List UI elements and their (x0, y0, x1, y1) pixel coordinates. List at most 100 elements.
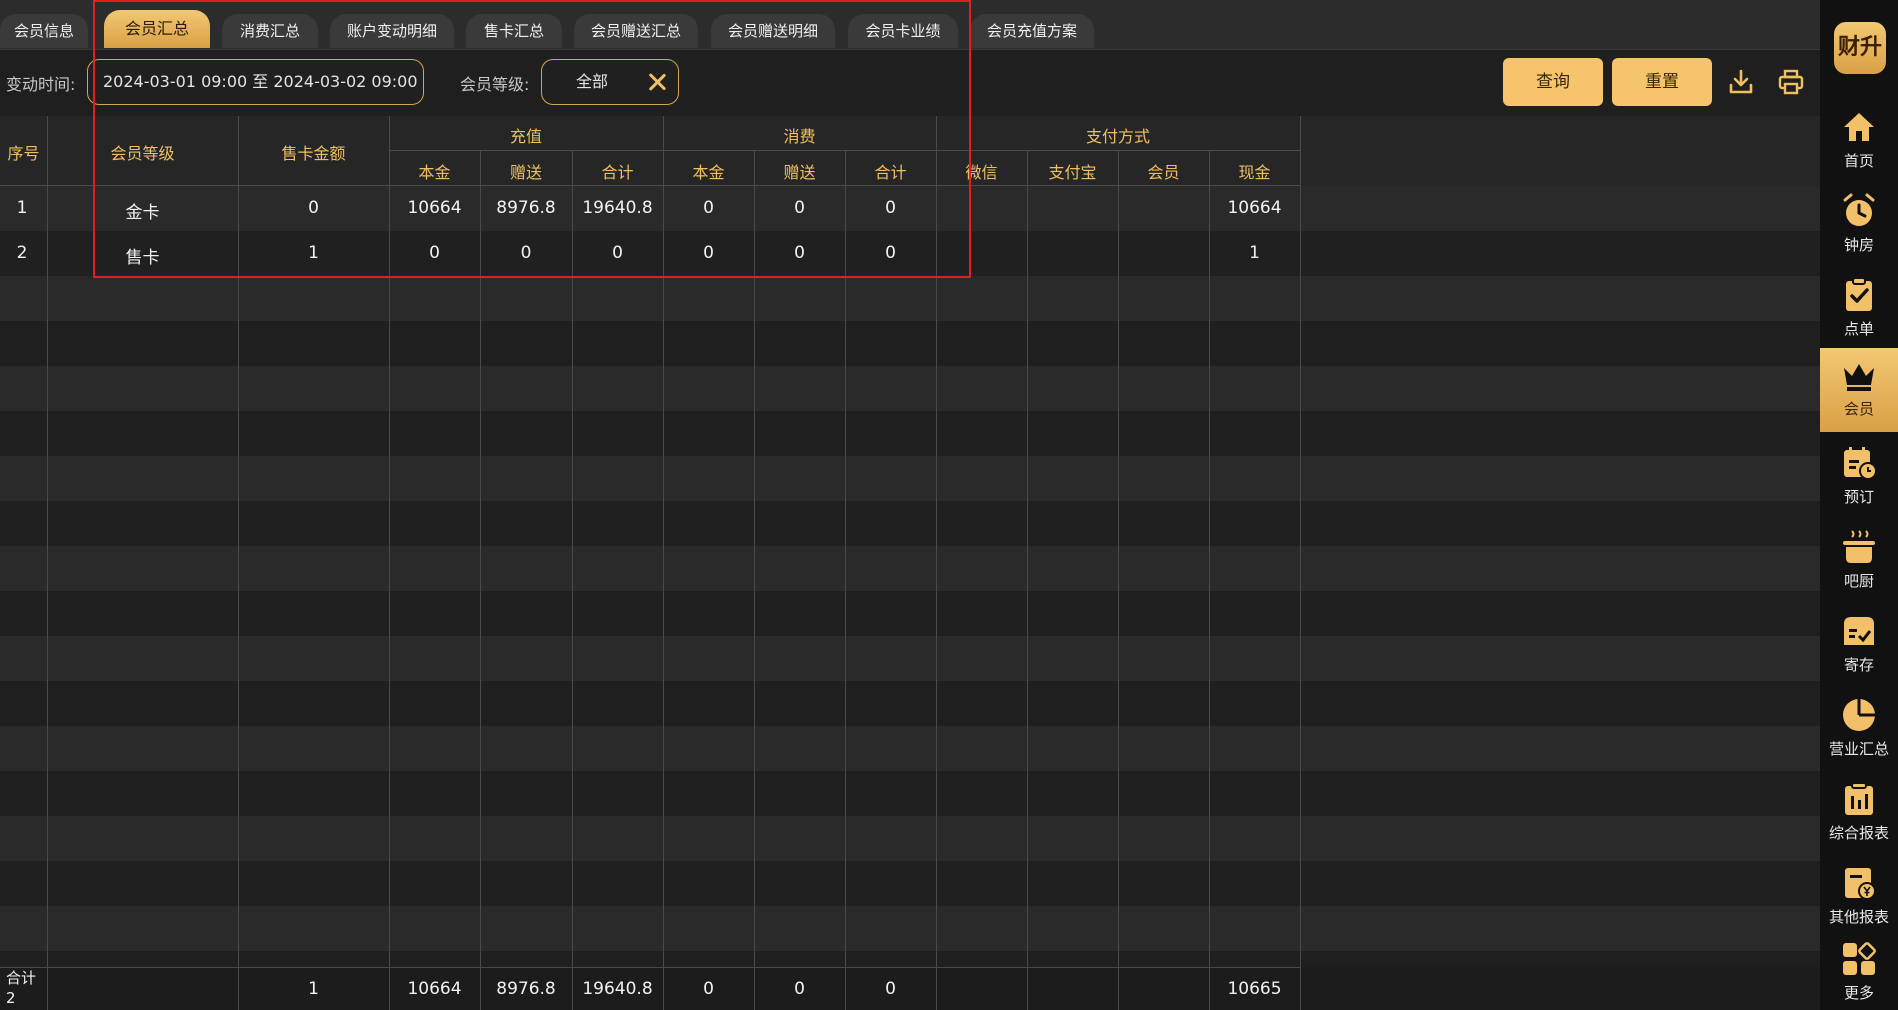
calendar-clock-icon (1844, 447, 1877, 480)
sidebar-item-order[interactable]: 点单 (1820, 268, 1898, 352)
col-header-recharge-gift: 赠送 (509, 163, 542, 182)
col-header-index: 序号 (7, 144, 40, 163)
footer-total-label: 合计 2 (6, 968, 36, 1008)
cell-consume-gift: 0 (794, 198, 805, 218)
sidebar-item-label: 其他报表 (1828, 908, 1889, 926)
sidebar-item-label: 点单 (1843, 320, 1874, 338)
col-group-consume: 消费 (783, 127, 816, 146)
empty-row (0, 636, 1820, 681)
col-header-recharge-principal: 本金 (418, 163, 451, 182)
yen-report-icon (1845, 868, 1876, 900)
sidebar-item-reservation[interactable]: 预订 (1820, 436, 1898, 520)
grid-more-icon (1843, 942, 1876, 975)
footer-recharge-gift: 8976.8 (496, 979, 556, 999)
col-header-cash: 现金 (1238, 163, 1271, 182)
cell-consume-total: 0 (885, 198, 896, 218)
report-bars-icon (1845, 782, 1873, 815)
member-level-value: 全部 (576, 72, 609, 91)
cell-level: 售卡 (125, 248, 160, 268)
cell-index: 1 (16, 198, 28, 218)
col-header-recharge-total: 合计 (601, 163, 634, 182)
cooking-pot-icon (1843, 530, 1875, 563)
sidebar-item-label: 吧厨 (1843, 572, 1874, 590)
sidebar-item-label: 更多 (1843, 984, 1874, 1002)
sidebar-item-label: 寄存 (1843, 656, 1874, 674)
tab-bar: 会员信息 会员汇总 消费汇总 账户变动明细 售卡汇总 会员赠送汇总 会员赠送明细… (0, 0, 1820, 50)
home-icon (1844, 113, 1874, 141)
tab-member-gift-summary[interactable]: 会员赠送汇总 (574, 14, 698, 48)
tab-member-summary[interactable]: 会员汇总 (104, 10, 210, 48)
pie-chart-icon (1843, 699, 1875, 731)
time-label: 变动时间: (6, 75, 76, 94)
tab-member-recharge-plan[interactable]: 会员充值方案 (970, 14, 1094, 48)
member-summary-table: 序号 会员等级 售卡金额 充值 消费 支付方式 本金 赠送 合计 本金 赠送 合… (0, 116, 1820, 1010)
time-range-value: 2024-03-01 09:00 至 2024-03-02 09:00 (103, 72, 418, 91)
storage-box-icon (1844, 617, 1874, 645)
footer-consume-gift: 0 (794, 979, 805, 999)
tab-consumption-summary[interactable]: 消费汇总 (222, 14, 318, 48)
reset-button[interactable]: 重置 (1612, 58, 1712, 106)
col-header-consume-principal: 本金 (692, 163, 725, 182)
cell-consume-principal: 0 (703, 243, 714, 263)
sidebar-item-comprehensive-report[interactable]: 综合报表 (1820, 772, 1898, 856)
cell-consume-principal: 0 (703, 198, 714, 218)
cell-consume-total: 0 (885, 243, 896, 263)
footer-total-text: 合计 (6, 969, 37, 987)
member-level-select[interactable]: 全部 (541, 59, 679, 105)
footer-consume-total: 0 (885, 979, 896, 999)
cell-index: 2 (16, 243, 28, 263)
empty-row (0, 906, 1820, 951)
empty-row (0, 546, 1820, 591)
crown-icon (1844, 364, 1874, 391)
sidebar-item-home[interactable]: 首页 (1820, 100, 1898, 184)
cell-recharge-gift: 8976.8 (496, 198, 556, 218)
empty-row (0, 726, 1820, 771)
tab-member-info[interactable]: 会员信息 (0, 14, 88, 48)
member-level-label: 会员等级: (460, 75, 530, 94)
col-header-level: 会员等级 (110, 144, 175, 163)
sidebar-item-business-summary[interactable]: 营业汇总 (1820, 688, 1898, 772)
time-range-input[interactable]: 2024-03-01 09:00 至 2024-03-02 09:00 (87, 59, 424, 105)
col-header-wechat: 微信 (965, 163, 998, 182)
cell-sale-amount: 0 (308, 198, 319, 218)
col-header-consume-gift: 赠送 (783, 163, 816, 182)
cell-cash: 1 (1249, 243, 1260, 263)
cell-consume-gift: 0 (794, 243, 805, 263)
col-header-consume-total: 合计 (874, 163, 907, 182)
footer-recharge-principal: 10664 (407, 979, 462, 999)
sidebar-item-label: 钟房 (1843, 236, 1874, 254)
query-button[interactable]: 查询 (1503, 58, 1603, 106)
download-icon[interactable] (1727, 68, 1755, 96)
sidebar-item-member[interactable]: 会员 (1820, 348, 1898, 432)
cell-cash: 10664 (1227, 198, 1282, 218)
sidebar-item-label: 会员 (1843, 400, 1874, 418)
empty-row (0, 456, 1820, 501)
col-header-alipay: 支付宝 (1048, 163, 1097, 182)
sidebar-item-label: 营业汇总 (1828, 740, 1889, 758)
cell-sale-amount: 1 (308, 243, 319, 263)
cell-recharge-total: 19640.8 (582, 198, 653, 218)
cell-level: 金卡 (125, 203, 160, 223)
print-icon[interactable] (1777, 68, 1805, 96)
sidebar-item-label: 预订 (1843, 488, 1874, 506)
tab-member-card-performance[interactable]: 会员卡业绩 (848, 14, 958, 48)
sidebar-item-more[interactable]: 更多 (1820, 934, 1898, 1010)
sidebar-item-clock-room[interactable]: 钟房 (1820, 184, 1898, 268)
footer-cash: 10665 (1227, 979, 1282, 999)
tab-card-sales-summary[interactable]: 售卡汇总 (466, 14, 562, 48)
sidebar-item-kitchen[interactable]: 吧厨 (1820, 520, 1898, 604)
cell-recharge-principal: 10664 (407, 198, 462, 218)
cell-recharge-gift: 0 (520, 243, 532, 263)
sidebar: 财升 首页 钟房 点单 会员 预订 吧厨 寄存 营业汇总 综合报表 其他报表 更… (1820, 0, 1898, 1010)
tab-member-gift-detail[interactable]: 会员赠送明细 (711, 14, 835, 48)
footer-consume-principal: 0 (703, 979, 714, 999)
tab-account-change-detail[interactable]: 账户变动明细 (330, 14, 454, 48)
sidebar-item-label: 综合报表 (1828, 824, 1889, 842)
footer-sale-amount: 1 (308, 979, 319, 999)
clear-icon[interactable] (646, 71, 668, 93)
sidebar-item-other-reports[interactable]: 其他报表 (1820, 856, 1898, 940)
sidebar-item-storage[interactable]: 寄存 (1820, 604, 1898, 688)
empty-row (0, 276, 1820, 321)
cell-recharge-principal: 0 (429, 243, 440, 263)
empty-row (0, 366, 1820, 411)
